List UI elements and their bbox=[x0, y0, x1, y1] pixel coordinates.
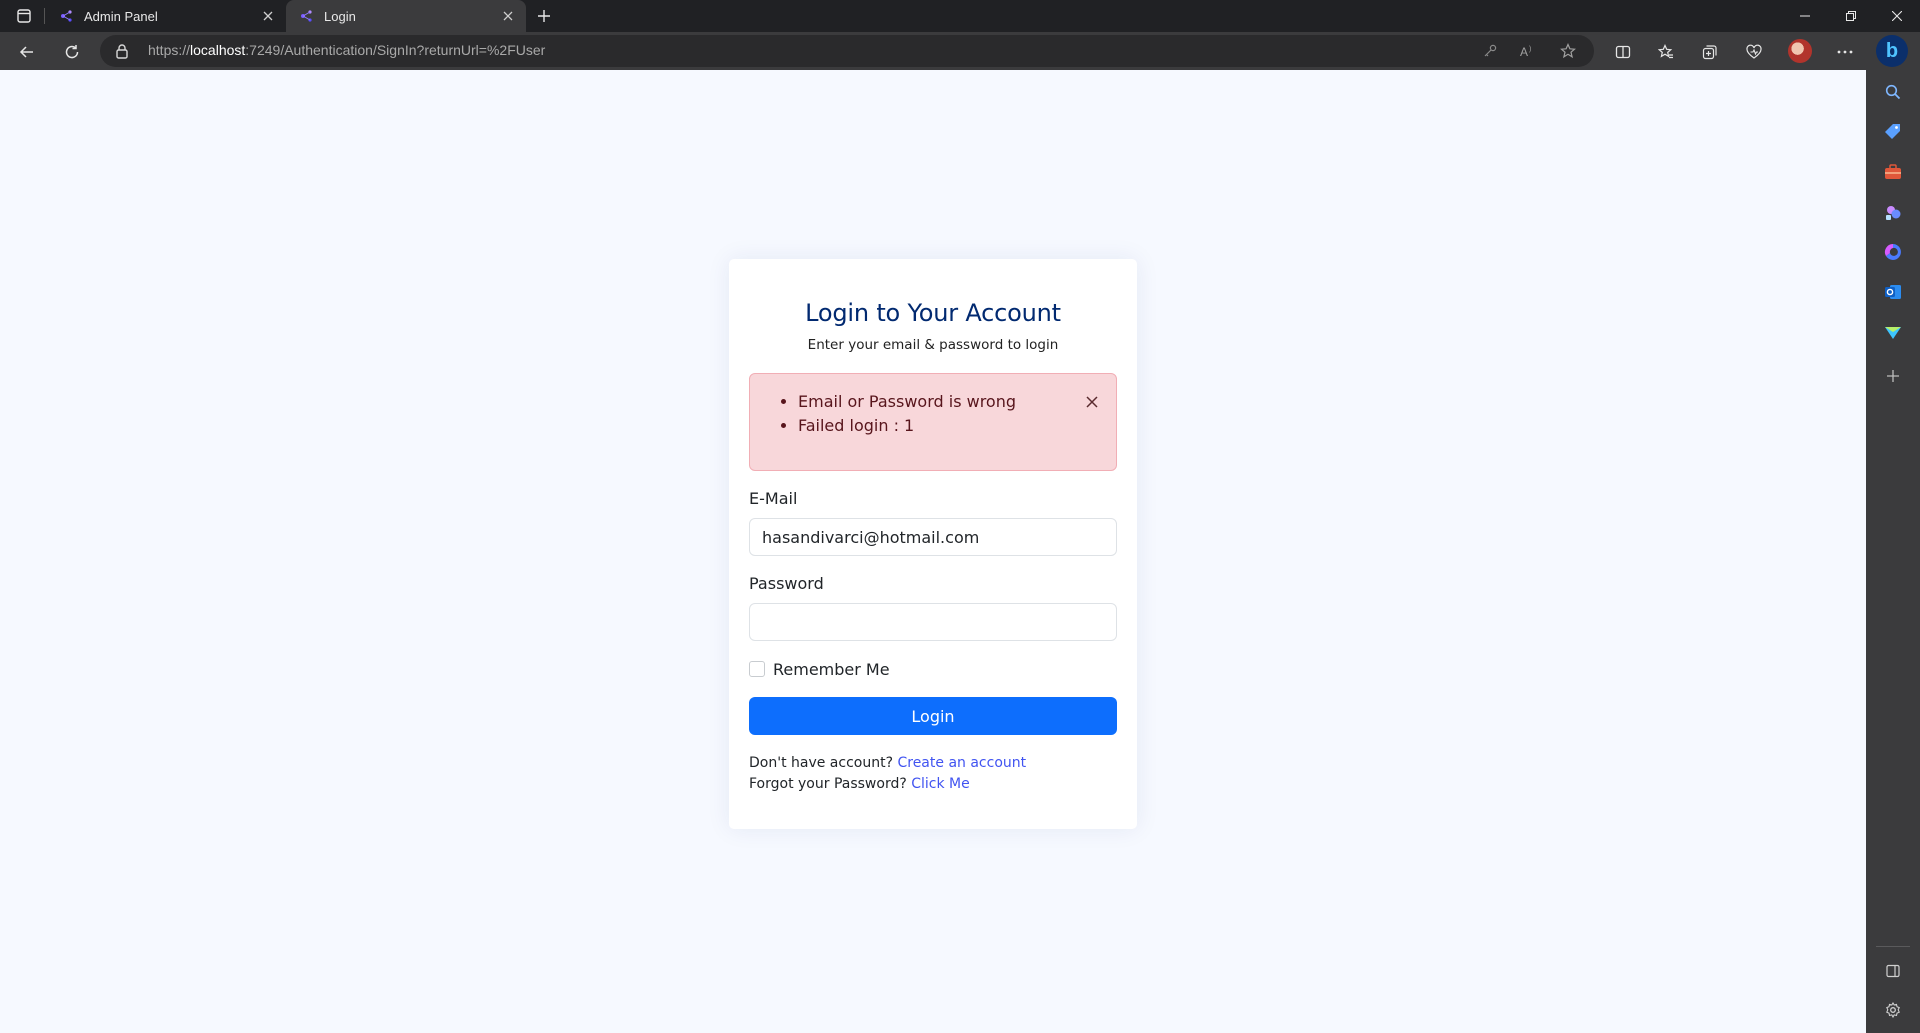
shopping-tag-icon[interactable] bbox=[1883, 122, 1903, 142]
email-field[interactable] bbox=[749, 518, 1117, 556]
remember-me-checkbox[interactable] bbox=[749, 661, 765, 677]
restore-icon[interactable] bbox=[1828, 0, 1874, 32]
edge-sidebar bbox=[1866, 70, 1920, 1033]
password-field[interactable] bbox=[749, 603, 1117, 641]
close-tab-icon[interactable] bbox=[256, 4, 280, 28]
close-alert-icon[interactable] bbox=[1084, 394, 1100, 410]
more-options-icon[interactable] bbox=[1831, 38, 1859, 66]
settings-gear-icon[interactable] bbox=[1883, 1000, 1903, 1020]
address-bar[interactable]: https://localhost:7249/Authentication/Si… bbox=[100, 35, 1594, 67]
browser-toolbar: https://localhost:7249/Authentication/Si… bbox=[0, 32, 1920, 70]
remember-me-label: Remember Me bbox=[773, 659, 890, 679]
login-card: Login to Your Account Enter your email &… bbox=[729, 259, 1137, 829]
collections-icon[interactable] bbox=[1696, 38, 1724, 66]
site-favicon-icon bbox=[60, 9, 74, 23]
microsoft-365-icon[interactable] bbox=[1883, 242, 1903, 262]
tab-bar: Admin Panel Login bbox=[0, 0, 1920, 32]
site-favicon-icon bbox=[300, 9, 314, 23]
svg-text:): ) bbox=[1529, 46, 1531, 53]
error-message: Email or Password is wrong bbox=[798, 390, 1096, 414]
tab-actions-icon[interactable] bbox=[10, 5, 38, 27]
profile-avatar[interactable] bbox=[1788, 39, 1812, 63]
close-window-icon[interactable] bbox=[1874, 0, 1920, 32]
url-text[interactable]: https://localhost:7249/Authentication/Si… bbox=[148, 42, 545, 58]
url-path: :7249/Authentication/SignIn?returnUrl=%2… bbox=[245, 42, 546, 58]
refresh-icon[interactable] bbox=[58, 38, 86, 66]
tab-title: Admin Panel bbox=[84, 8, 158, 24]
lock-icon[interactable] bbox=[114, 43, 130, 59]
tools-briefcase-icon[interactable] bbox=[1883, 162, 1903, 182]
forgot-password-text: Forgot your Password? bbox=[749, 776, 907, 792]
split-screen-icon[interactable] bbox=[1609, 38, 1637, 66]
bing-copilot-icon[interactable]: b bbox=[1876, 35, 1908, 67]
outlook-icon[interactable] bbox=[1883, 282, 1903, 302]
add-sidebar-app-icon[interactable] bbox=[1883, 366, 1903, 386]
favorite-star-icon[interactable] bbox=[1558, 41, 1578, 61]
key-icon[interactable] bbox=[1480, 41, 1500, 61]
login-button[interactable]: Login bbox=[749, 697, 1117, 735]
email-label: E-Mail bbox=[749, 489, 798, 508]
minimize-icon[interactable] bbox=[1782, 0, 1828, 32]
page-title: Login to Your Account bbox=[805, 299, 1061, 327]
favorites-icon[interactable] bbox=[1652, 38, 1680, 66]
page-subtitle: Enter your email & password to login bbox=[807, 337, 1059, 353]
tab-title: Login bbox=[324, 8, 356, 24]
new-tab-icon[interactable] bbox=[532, 4, 556, 28]
forgot-password-link[interactable]: Click Me bbox=[911, 776, 970, 792]
url-scheme: https:// bbox=[148, 42, 191, 58]
page-viewport: Login to Your Account Enter your email &… bbox=[0, 70, 1866, 1033]
password-label: Password bbox=[749, 574, 824, 593]
remember-me-row[interactable]: Remember Me bbox=[749, 659, 1117, 679]
signup-line: Don't have account? Create an account bbox=[749, 753, 1117, 774]
close-tab-icon[interactable] bbox=[496, 4, 520, 28]
error-message: Failed login : 1 bbox=[798, 414, 1096, 438]
login-footer: Don't have account? Create an account Fo… bbox=[749, 753, 1117, 795]
send-drop-icon[interactable] bbox=[1883, 322, 1903, 342]
sidebar-divider bbox=[1876, 946, 1910, 947]
svg-text:A: A bbox=[1520, 45, 1528, 58]
error-list: Email or Password is wrong Failed login … bbox=[798, 390, 1096, 438]
tab-separator bbox=[44, 8, 45, 24]
create-account-link[interactable]: Create an account bbox=[897, 755, 1026, 771]
browser-essentials-icon[interactable] bbox=[1740, 38, 1768, 66]
no-account-text: Don't have account? bbox=[749, 755, 894, 771]
error-alert: Email or Password is wrong Failed login … bbox=[749, 373, 1117, 471]
tab-login[interactable]: Login bbox=[286, 0, 526, 32]
back-arrow-icon[interactable] bbox=[13, 38, 41, 66]
url-host: localhost bbox=[190, 42, 246, 58]
tab-admin-panel[interactable]: Admin Panel bbox=[46, 0, 286, 32]
games-icon[interactable] bbox=[1883, 202, 1903, 222]
search-icon[interactable] bbox=[1883, 82, 1903, 102]
read-aloud-icon[interactable]: A) bbox=[1518, 41, 1538, 61]
hide-sidebar-icon[interactable] bbox=[1883, 961, 1903, 981]
forgot-line: Forgot your Password? Click Me bbox=[749, 774, 1117, 795]
